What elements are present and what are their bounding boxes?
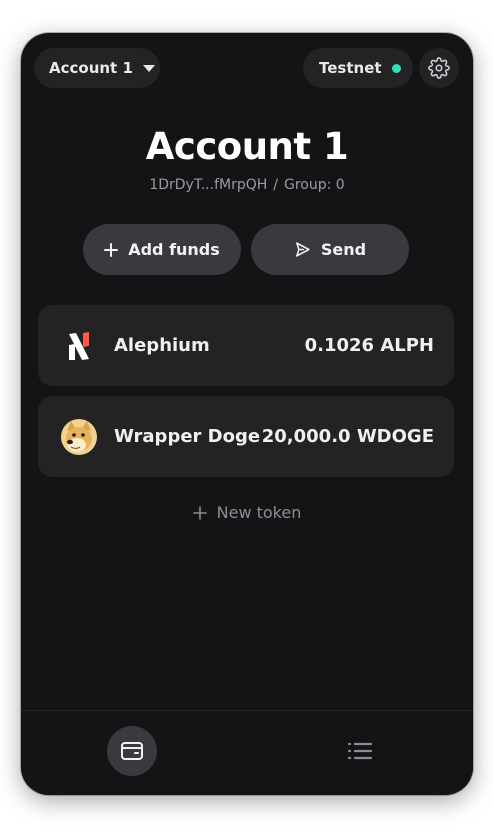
bottom-navigation [21,710,473,795]
list-icon [347,742,373,760]
doge-logo-icon [60,418,98,456]
account-group: Group: 0 [283,177,345,193]
account-selector[interactable]: Account 1 [34,48,160,88]
new-token-label: New token [216,503,302,522]
plus-icon [192,505,207,520]
token-name: Wrapper Doge [114,426,261,447]
plus-icon [104,242,119,257]
account-title: Account 1 [145,125,349,168]
network-label: Testnet [319,59,382,77]
settings-button[interactable] [419,48,459,88]
token-name: Alephium [114,335,210,356]
send-label: Send [320,240,367,259]
new-token-button[interactable]: New token [21,503,473,522]
caret-down-icon [142,64,155,72]
add-funds-button[interactable]: Add funds [83,224,241,275]
gear-icon [428,57,450,79]
token-row-alephium[interactable]: Alephium 0.1026 ALPH [38,305,454,386]
account-address[interactable]: 1DrDyT...fMrpQH [149,177,267,193]
subtitle-separator: / [273,177,278,193]
network-status-dot [391,63,401,73]
account-selector-label: Account 1 [49,59,133,77]
token-row-wrapper-doge[interactable]: Wrapper Doge 20,000.0 WDOGE [38,396,454,477]
token-amount: 20,000.0 WDOGE [261,426,434,447]
add-funds-label: Add funds [128,240,220,259]
network-selector[interactable]: Testnet [303,48,413,88]
account-subtitle: 1DrDyT...fMrpQH / Group: 0 [21,177,473,193]
send-button[interactable]: Send [251,224,409,275]
alephium-logo-icon [60,327,98,365]
nav-activity-tab[interactable] [335,726,385,776]
wallet-popup: Account 1 Testnet Account 1 1DrDyT...fMr… [21,33,473,795]
nav-wallet-tab[interactable] [107,726,157,776]
wallet-icon [121,742,143,760]
token-amount: 0.1026 ALPH [304,335,434,356]
send-icon [295,242,310,257]
